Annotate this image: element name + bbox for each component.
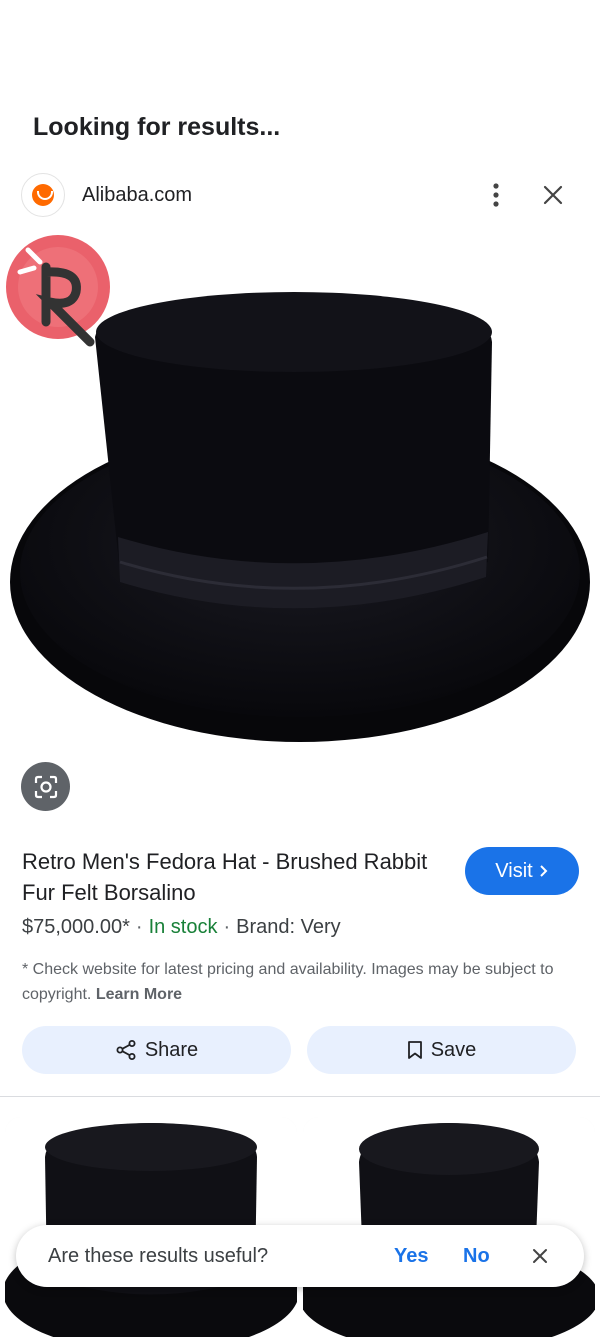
feedback-yes-button[interactable]: Yes (394, 1245, 428, 1268)
source-name[interactable]: Alibaba.com (82, 184, 192, 207)
source-header: Alibaba.com (21, 173, 581, 217)
divider (0, 1096, 600, 1097)
price: $75,000.00* (22, 916, 130, 938)
bookmark-icon (407, 1041, 422, 1059)
product-title[interactable]: Retro Men's Fedora Hat - Brushed Rabbit … (22, 846, 442, 908)
disclaimer: * Check website for latest pricing and a… (22, 957, 582, 1007)
learn-more-link[interactable]: Learn More (96, 986, 182, 1003)
product-image[interactable] (0, 232, 600, 764)
visit-label: Visit (495, 859, 533, 882)
price-line: $75,000.00* · In stock · Brand: Very (22, 916, 341, 938)
lens-search-button[interactable] (21, 762, 70, 811)
more-vert-icon[interactable] (476, 175, 516, 215)
share-button[interactable]: Share (22, 1026, 291, 1074)
share-icon (116, 1040, 136, 1060)
lens-icon (34, 775, 57, 798)
visit-button[interactable]: Visit (465, 847, 579, 895)
watermark-logo (6, 235, 110, 347)
feedback-bar: Are these results useful? Yes No (16, 1225, 584, 1287)
feedback-question: Are these results useful? (48, 1244, 269, 1267)
save-label: Save (430, 1038, 477, 1061)
chevron-right-icon (539, 865, 548, 877)
feedback-no-button[interactable]: No (463, 1245, 490, 1268)
stock-status: In stock (148, 916, 218, 938)
save-button[interactable]: Save (307, 1026, 576, 1074)
brand: Brand: Very (236, 916, 341, 938)
close-icon[interactable] (533, 175, 573, 215)
alibaba-logo-icon (21, 173, 65, 217)
close-icon[interactable] (524, 1240, 556, 1272)
share-label: Share (144, 1038, 199, 1061)
loading-status-text: Looking for results... (33, 113, 281, 141)
